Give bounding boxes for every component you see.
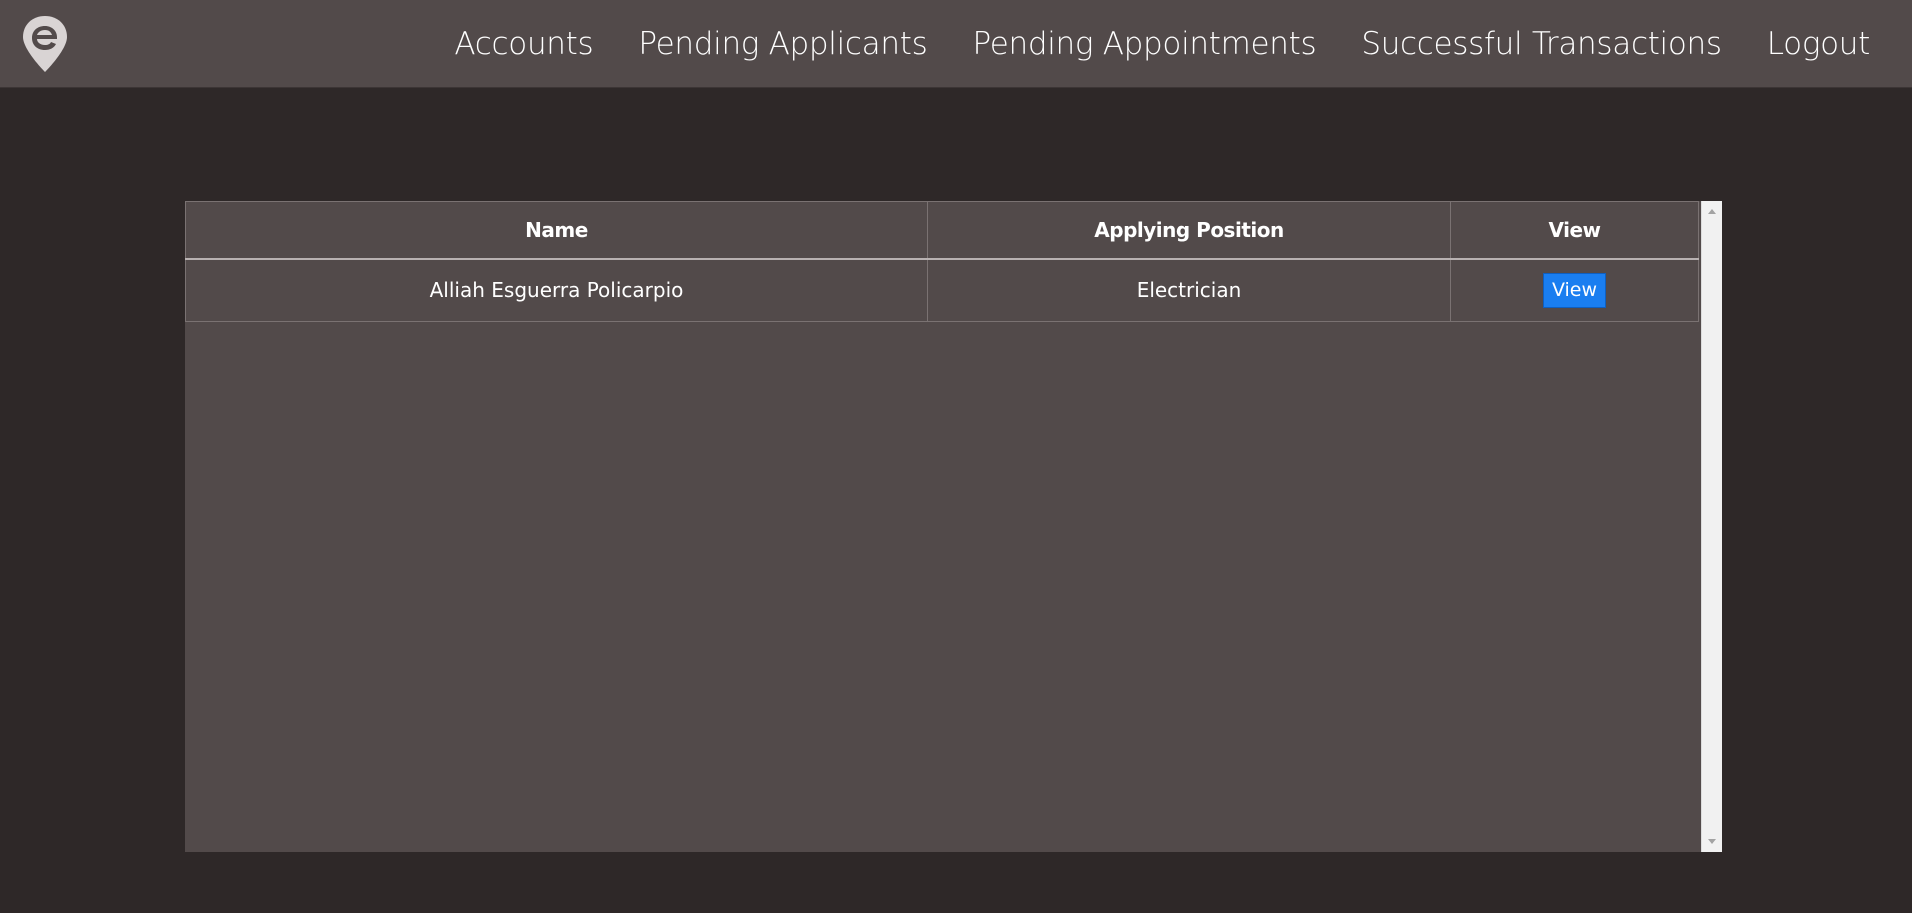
column-header-name: Name [185, 201, 928, 260]
applicants-table: Name Applying Position View Alliah Esgue… [185, 201, 1699, 322]
column-header-view: View [1450, 201, 1699, 260]
cell-name: Alliah Esguerra Policarpio [185, 258, 928, 322]
column-header-position: Applying Position [927, 201, 1451, 260]
nav-pending-appointments[interactable]: Pending Appointments [972, 26, 1316, 62]
logo-icon[interactable] [20, 14, 70, 74]
applicants-panel: Name Applying Position View Alliah Esgue… [185, 201, 1722, 852]
view-button[interactable]: View [1542, 272, 1607, 308]
scroll-up-arrow-icon[interactable] [1708, 209, 1716, 214]
nav-pending-applicants[interactable]: Pending Applicants [638, 26, 927, 62]
vertical-scrollbar[interactable] [1701, 201, 1722, 852]
table-header-row: Name Applying Position View [185, 201, 1699, 260]
nav-successful-transactions[interactable]: Successful Transactions [1361, 26, 1722, 62]
scroll-down-arrow-icon[interactable] [1708, 839, 1716, 844]
table-row: Alliah Esguerra Policarpio Electrician V… [185, 258, 1699, 322]
nav-accounts[interactable]: Accounts [454, 26, 593, 62]
nav-logout[interactable]: Logout [1767, 26, 1871, 62]
applicants-table-container: Name Applying Position View Alliah Esgue… [185, 201, 1700, 852]
top-navbar: Accounts Pending Applicants Pending Appo… [0, 0, 1912, 88]
cell-view: View [1450, 258, 1699, 322]
cell-position: Electrician [927, 258, 1451, 322]
main-nav: Accounts Pending Applicants Pending Appo… [454, 0, 1870, 88]
